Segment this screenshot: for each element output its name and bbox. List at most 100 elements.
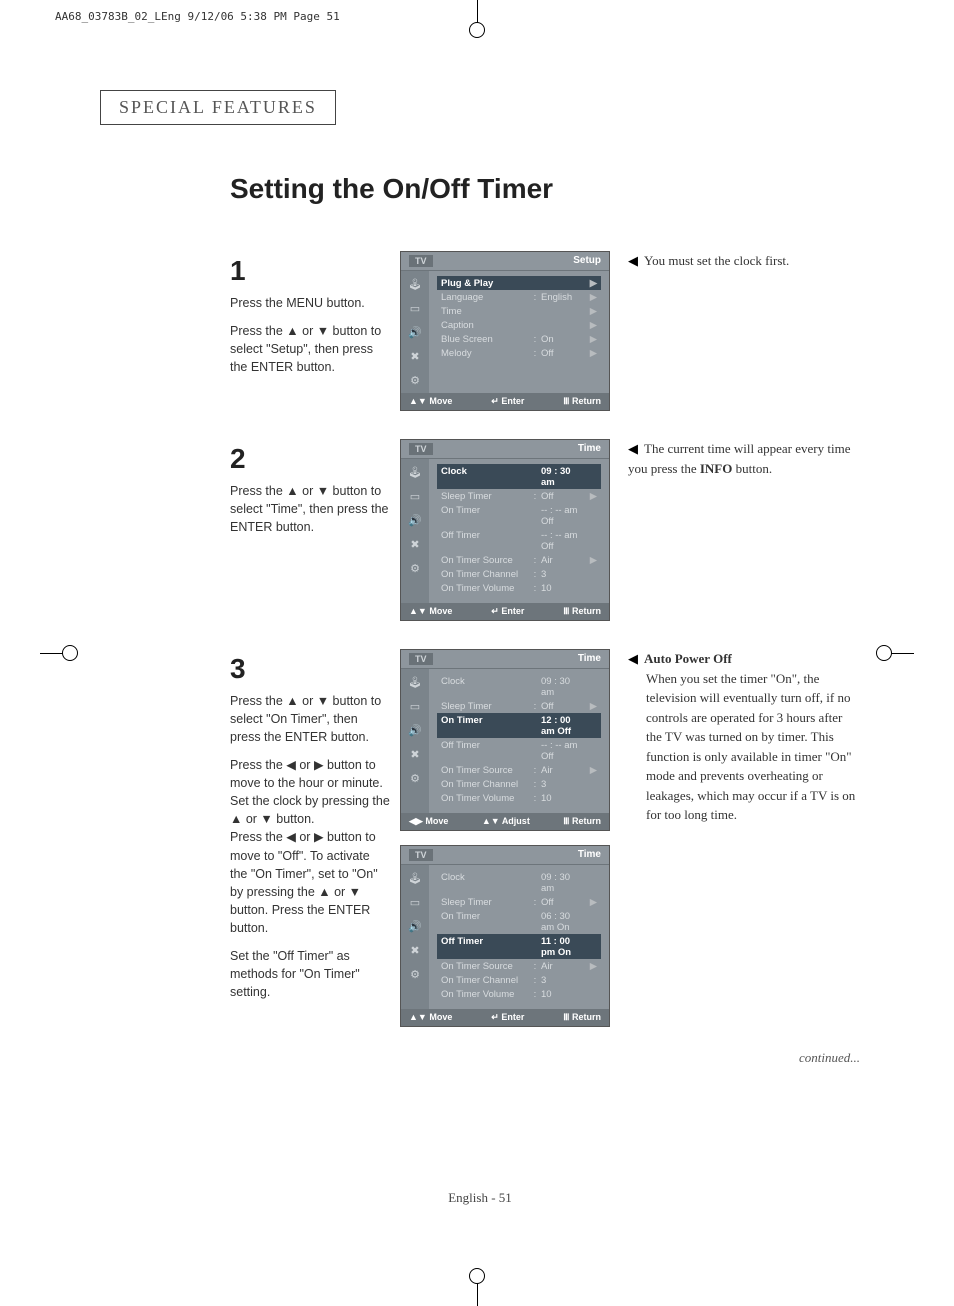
setup-icon: ⚙: [407, 771, 423, 785]
osd-row: Off Timer11 : 00 pm On: [437, 934, 601, 959]
remote-icon: 🕹: [407, 465, 423, 479]
osd-row: Plug & Play▶: [437, 276, 601, 290]
updown-icon: ▲▼: [482, 816, 500, 826]
osd-row: On Timer Channel:3: [437, 973, 601, 987]
step-3-line-d: Set the "Off Timer" as methods for "On T…: [230, 947, 390, 1001]
page-number: English - 51: [100, 1190, 860, 1206]
step-1-text: 1 Press the MENU button. Press the ▲ or …: [230, 251, 390, 376]
osd-footer: ▲▼ Move ↵ Enter Ⅲ Return: [401, 393, 609, 410]
print-header: AA68_03783B_02_LEng 9/12/06 5:38 PM Page…: [55, 10, 340, 23]
osd-row: On Timer Channel:3: [437, 567, 601, 581]
osd-row: Language:English▶: [437, 290, 601, 304]
note-3: ▶Auto Power Off When you set the timer "…: [628, 649, 858, 825]
tv-badge: TV: [409, 653, 433, 665]
crop-mark-right: [874, 633, 914, 673]
step-3-line-c: Press the ◀ or ▶ button to move to "Off"…: [230, 828, 390, 937]
step-1-row: 1 Press the MENU button. Press the ▲ or …: [100, 251, 860, 411]
osd-row: On Timer Source:Air▶: [437, 553, 601, 567]
triangle-icon: ▶: [628, 439, 638, 459]
tv-badge: TV: [409, 255, 433, 267]
return-icon: Ⅲ: [563, 1012, 569, 1022]
step-3-num: 3: [230, 649, 390, 690]
return-icon: Ⅲ: [563, 396, 569, 406]
osd-list: Clock09 : 30 amSleep Timer:Off▶On Timer1…: [429, 669, 609, 813]
picture-icon: ▭: [407, 895, 423, 909]
step-1-line-b: Press the ▲ or ▼ button to select "Setup…: [230, 322, 390, 376]
step-3-line-a: Press the ▲ or ▼ button to select "On Ti…: [230, 692, 390, 746]
osd-row: On Timer Source:Air▶: [437, 763, 601, 777]
updown-icon: ▲▼: [409, 1012, 427, 1022]
osd-menu-time-3: TV Time 🕹 ▭ 🔊 ✖ ⚙ Clock09 : 30 amSleep T…: [400, 845, 610, 1027]
osd-row: On Timer Volume:10: [437, 987, 601, 1001]
osd-side-icons: 🕹 ▭ 🔊 ✖ ⚙: [401, 271, 429, 393]
crop-mark-top: [457, 0, 497, 40]
osd-footer: ▲▼ Move ↵ Enter Ⅲ Return: [401, 1009, 609, 1026]
osd-title: Time: [578, 653, 601, 665]
osd-title: Time: [578, 443, 601, 455]
osd-side-icons: 🕹 ▭ 🔊 ✖ ⚙: [401, 459, 429, 603]
chapter-heading: SPECIAL FEATURES: [100, 90, 336, 125]
remote-icon: 🕹: [407, 277, 423, 291]
return-icon: Ⅲ: [563, 816, 569, 826]
note-2: ▶The current time will appear every time…: [628, 439, 858, 478]
crop-mark-bottom: [457, 1266, 497, 1306]
osd-row: Clock09 : 30 am: [437, 464, 601, 489]
step-2-text: 2 Press the ▲ or ▼ button to select "Tim…: [230, 439, 390, 536]
return-icon: Ⅲ: [563, 606, 569, 616]
osd-row: Time▶: [437, 304, 601, 318]
tv-badge: TV: [409, 849, 433, 861]
step-2-line-a: Press the ▲ or ▼ button to select "Time"…: [230, 482, 390, 536]
osd-row: On Timer-- : -- am Off: [437, 503, 601, 528]
sound-icon: 🔊: [407, 513, 423, 527]
osd-title: Setup: [573, 255, 601, 267]
enter-icon: ↵: [491, 606, 499, 616]
enter-icon: ↵: [491, 396, 499, 406]
step-3-line-b: Press the ◀ or ▶ button to move to the h…: [230, 756, 390, 829]
osd-footer: ▲▼ Move ↵ Enter Ⅲ Return: [401, 603, 609, 620]
osd-row: On Timer Volume:10: [437, 581, 601, 595]
osd-row: Melody:Off▶: [437, 346, 601, 360]
mute-icon: ✖: [407, 349, 423, 363]
updown-icon: ▲▼: [409, 606, 427, 616]
picture-icon: ▭: [407, 489, 423, 503]
osd-list: Clock09 : 30 amSleep Timer:Off▶On Timer-…: [429, 459, 609, 603]
step-3-text: 3 Press the ▲ or ▼ button to select "On …: [230, 649, 390, 1002]
osd-row: On Timer Source:Air▶: [437, 959, 601, 973]
mute-icon: ✖: [407, 537, 423, 551]
step-1-num: 1: [230, 251, 390, 292]
crop-mark-left: [40, 633, 80, 673]
triangle-icon: ▶: [628, 251, 638, 271]
osd-row: Sleep Timer:Off▶: [437, 699, 601, 713]
osd-row: Sleep Timer:Off▶: [437, 489, 601, 503]
osd-row: Sleep Timer:Off▶: [437, 895, 601, 909]
osd-row: On Timer06 : 30 am On: [437, 909, 601, 934]
osd-side-icons: 🕹 ▭ 🔊 ✖ ⚙: [401, 669, 429, 813]
step-2-row: 2 Press the ▲ or ▼ button to select "Tim…: [100, 439, 860, 621]
page-title: Setting the On/Off Timer: [230, 173, 860, 205]
mute-icon: ✖: [407, 943, 423, 957]
tv-badge: TV: [409, 443, 433, 455]
osd-side-icons: 🕹 ▭ 🔊 ✖ ⚙: [401, 865, 429, 1009]
note-1: ▶You must set the clock first.: [628, 251, 858, 271]
osd-row: Blue Screen:On▶: [437, 332, 601, 346]
osd-row: On Timer Channel:3: [437, 777, 601, 791]
osd-row: Off Timer-- : -- am Off: [437, 738, 601, 763]
osd-title: Time: [578, 849, 601, 861]
osd-menu-setup: TV Setup 🕹 ▭ 🔊 ✖ ⚙ Plug & Play▶Language:…: [400, 251, 610, 411]
osd-row: Clock09 : 30 am: [437, 674, 601, 699]
step-2-num: 2: [230, 439, 390, 480]
osd-row: Clock09 : 30 am: [437, 870, 601, 895]
sound-icon: 🔊: [407, 723, 423, 737]
enter-icon: ↵: [491, 1012, 499, 1022]
sound-icon: 🔊: [407, 325, 423, 339]
osd-row: Off Timer-- : -- am Off: [437, 528, 601, 553]
updown-icon: ▲▼: [409, 396, 427, 406]
osd-row: On Timer12 : 00 am Off: [437, 713, 601, 738]
osd-list: Plug & Play▶Language:English▶Time▶Captio…: [429, 271, 609, 393]
osd-list: Clock09 : 30 amSleep Timer:Off▶On Timer0…: [429, 865, 609, 1009]
osd-menu-time-1: TV Time 🕹 ▭ 🔊 ✖ ⚙ Clock09 : 30 amSleep T…: [400, 439, 610, 621]
osd-menu-time-2: TV Time 🕹 ▭ 🔊 ✖ ⚙ Clock09 : 30 amSleep T…: [400, 649, 610, 831]
remote-icon: 🕹: [407, 675, 423, 689]
setup-icon: ⚙: [407, 967, 423, 981]
setup-icon: ⚙: [407, 373, 423, 387]
